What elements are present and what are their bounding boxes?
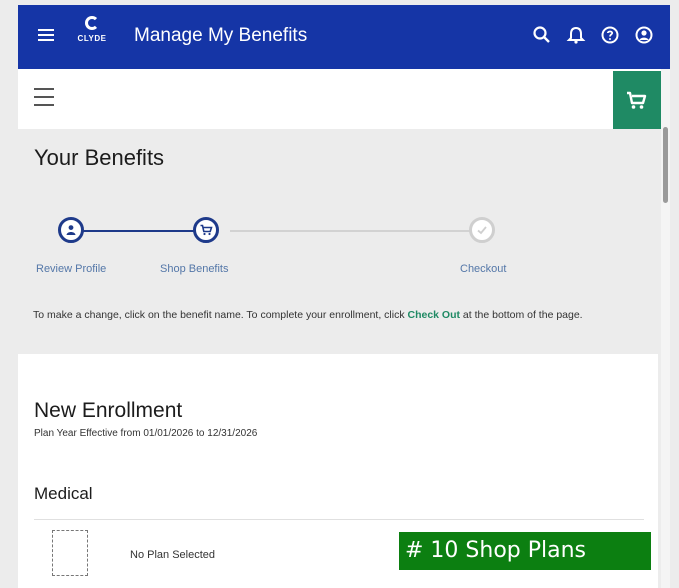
- cart-button[interactable]: [613, 71, 661, 129]
- page-toolbar: [18, 69, 661, 129]
- app-header: CLYDE Manage My Benefits: [18, 5, 670, 69]
- enrollment-title: New Enrollment: [34, 399, 183, 422]
- page-title: Your Benefits: [34, 145, 165, 170]
- cart-icon: [200, 224, 213, 236]
- logo-text: CLYDE: [77, 34, 107, 43]
- step-checkout-circle[interactable]: [469, 217, 495, 243]
- step-review-profile-label[interactable]: Review Profile: [36, 263, 106, 275]
- help-icon[interactable]: [600, 25, 620, 45]
- enrollment-stepper: Review Profile Shop Benefits Checkout: [36, 213, 636, 283]
- user-icon: [66, 225, 76, 235]
- scrollbar-thumb[interactable]: [663, 127, 668, 203]
- hamburger-menu-icon[interactable]: [38, 29, 54, 43]
- step-checkout-label[interactable]: Checkout: [460, 263, 506, 275]
- medical-section-title[interactable]: Medical: [34, 484, 93, 504]
- cart-icon: [627, 91, 647, 109]
- plan-year-text: Plan Year Effective from 01/01/2026 to 1…: [34, 428, 258, 439]
- search-icon[interactable]: [532, 25, 552, 45]
- stepper-line-complete: [72, 230, 204, 232]
- app-title: Manage My Benefits: [134, 25, 308, 46]
- step-shop-benefits-circle[interactable]: [193, 217, 219, 243]
- clyde-logo[interactable]: CLYDE: [70, 16, 114, 56]
- enrollment-instructions: To make a change, click on the benefit n…: [33, 309, 583, 321]
- check-out-link[interactable]: Check Out: [408, 309, 461, 321]
- bell-icon[interactable]: [566, 25, 586, 45]
- plan-status: No Plan Selected: [130, 549, 215, 561]
- user-icon[interactable]: [634, 25, 654, 45]
- instructions-text-start: To make a change, click on the benefit n…: [33, 309, 408, 321]
- video-caption-overlay: # 10 Shop Plans: [399, 532, 651, 570]
- check-icon: [477, 226, 487, 235]
- step-shop-benefits-label[interactable]: Shop Benefits: [160, 263, 229, 275]
- header-icons: [532, 25, 654, 45]
- stepper-line-pending: [230, 230, 470, 232]
- step-review-profile-circle[interactable]: [58, 217, 84, 243]
- instructions-text-end: at the bottom of the page.: [460, 309, 583, 321]
- clyde-logo-mark: [85, 16, 99, 30]
- plan-placeholder-image: [52, 530, 88, 576]
- hamburger-icon[interactable]: [34, 88, 54, 112]
- vertical-scrollbar[interactable]: [661, 69, 670, 588]
